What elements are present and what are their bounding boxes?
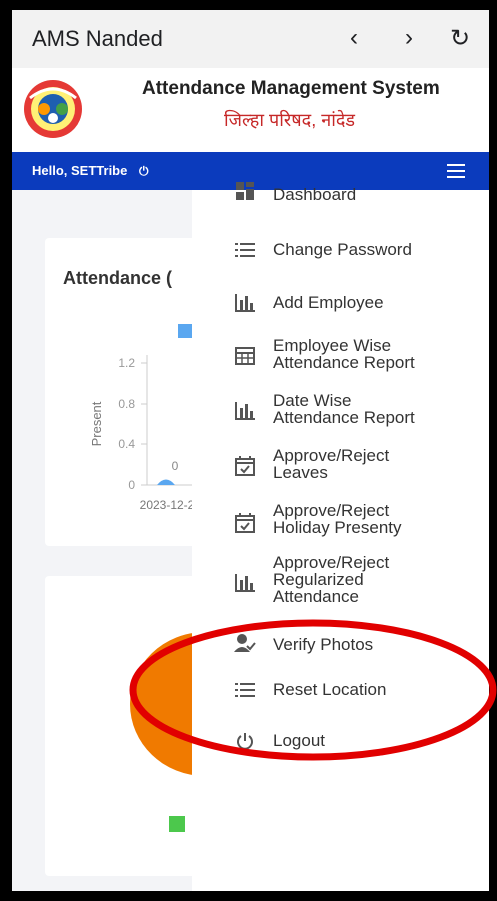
- menu-item-label: Approve/Reject Holiday Presenty: [273, 501, 402, 537]
- power-icon: [234, 730, 256, 752]
- menu-item-label: Add Employee: [273, 293, 384, 312]
- menu-item-approve-leaves[interactable]: Approve/Reject Leaves: [192, 445, 489, 485]
- menu-item-label: Change Password: [273, 240, 412, 259]
- greeting-text: Hello, SETTribe: [32, 163, 128, 178]
- menu-item-reset-location[interactable]: Reset Location: [192, 675, 489, 705]
- app-frame: AMS Nanded ‹ › ↻ Attendance Management S…: [12, 10, 489, 891]
- navigation-drawer: Dashboard Change Password Add Employee E…: [192, 182, 489, 891]
- menu-item-approve-regularized-attendance[interactable]: Approve/Reject Regularized Attendance: [192, 554, 489, 610]
- point-label: 0: [172, 459, 179, 473]
- hamburger-menu-icon[interactable]: [447, 164, 465, 178]
- attendance-chart: 1.2 0.8 0.4 0 Present 0 2023-12-2: [89, 355, 215, 512]
- menu-item-label: Date Wise Attendance Report: [273, 391, 415, 427]
- site-title: Attendance Management System: [142, 78, 440, 99]
- x-tick: 2023-12-2: [140, 498, 195, 512]
- table-icon: [234, 345, 256, 367]
- dashboard-icon: [234, 180, 256, 202]
- menu-item-dashboard[interactable]: Dashboard: [192, 180, 489, 210]
- calendar-check-icon: [234, 455, 256, 477]
- pie-chart: [130, 632, 205, 776]
- bar-chart-icon: [234, 572, 256, 594]
- menu-item-label: Employee Wise Attendance Report: [273, 336, 415, 372]
- pie-chart-card: [45, 576, 215, 876]
- bar-chart-icon: [234, 400, 256, 422]
- calendar-check-icon: [234, 512, 256, 534]
- reload-button[interactable]: ↻: [446, 24, 474, 53]
- menu-item-label: Approve/Reject Leaves: [273, 446, 390, 482]
- menu-item-label: Dashboard: [273, 185, 357, 204]
- list-icon: [234, 679, 256, 701]
- y-tick: 0: [128, 478, 135, 492]
- user-check-icon: [234, 632, 256, 654]
- greeting: Hello, SETTribe ⏻: [32, 163, 148, 179]
- site-subtitle: जिल्हा परिषद, नांदेड: [224, 110, 356, 130]
- y-tick: 0.4: [118, 437, 135, 451]
- browser-title: AMS Nanded: [32, 26, 163, 51]
- site-header: Attendance Management System जिल्हा परिष…: [12, 68, 489, 152]
- menu-item-verify-photos[interactable]: Verify Photos: [192, 630, 489, 660]
- menu-item-change-password[interactable]: Change Password: [192, 235, 489, 265]
- menu-item-label: Approve/Reject Regularized Attendance: [273, 553, 390, 606]
- forward-button[interactable]: ›: [395, 24, 423, 52]
- menu-item-date-wise-report[interactable]: Date Wise Attendance Report: [192, 390, 489, 430]
- menu-item-label: Verify Photos: [273, 635, 374, 654]
- zilla-parishad-logo: [24, 80, 82, 138]
- browser-toolbar: AMS Nanded ‹ › ↻: [12, 10, 489, 68]
- y-tick: 0.8: [118, 397, 135, 411]
- menu-item-approve-holiday-presenty[interactable]: Approve/Reject Holiday Presenty: [192, 500, 489, 540]
- back-button[interactable]: ‹: [340, 24, 368, 52]
- list-icon: [234, 239, 256, 261]
- menu-item-employee-wise-report[interactable]: Employee Wise Attendance Report: [192, 335, 489, 375]
- menu-item-label: Logout: [273, 731, 325, 750]
- menu-item-label: Reset Location: [273, 680, 387, 699]
- data-point: [157, 479, 175, 485]
- bar-chart-icon: [234, 292, 256, 314]
- attendance-chart-card: Attendance ( 1.2 0.8 0.4 0 Present 0 202…: [45, 238, 215, 546]
- power-icon[interactable]: ⏻: [139, 164, 149, 179]
- menu-item-add-employee[interactable]: Add Employee: [192, 288, 489, 318]
- legend-swatch: [169, 816, 185, 832]
- menu-item-logout[interactable]: Logout: [192, 726, 489, 756]
- y-tick: 1.2: [118, 356, 135, 370]
- y-axis-label: Present: [89, 401, 104, 446]
